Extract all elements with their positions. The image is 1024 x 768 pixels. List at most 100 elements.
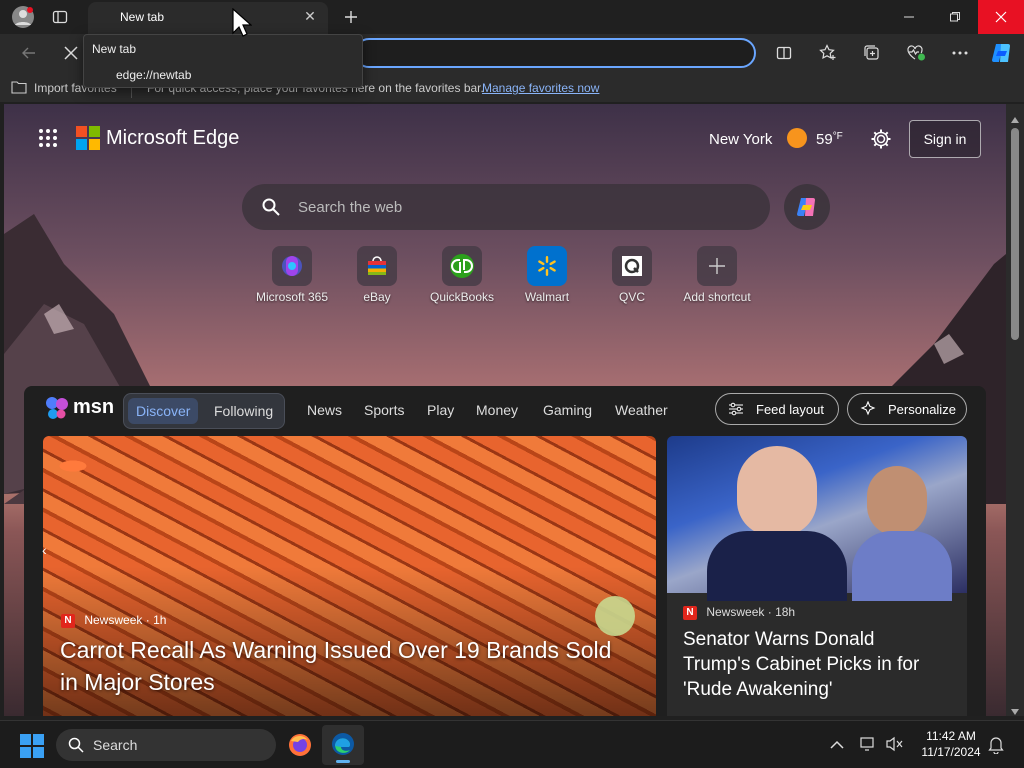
address-bar[interactable] bbox=[354, 38, 756, 68]
shortcut-label: Microsoft 365 bbox=[255, 290, 329, 304]
qvc-icon bbox=[612, 246, 652, 286]
personalize-label: Personalize bbox=[888, 401, 956, 417]
msn-logo[interactable]: msn bbox=[73, 396, 114, 419]
shortcut-walmart[interactable]: Walmart bbox=[502, 246, 592, 304]
taskbar-clock[interactable]: 11:42 AM 11/17/2024 bbox=[915, 728, 987, 760]
article-card-side[interactable]: N Newsweek · 18h Senator Warns Donald Tr… bbox=[667, 436, 967, 716]
network-icon[interactable] bbox=[860, 736, 878, 757]
active-app-indicator bbox=[336, 760, 350, 763]
feed-tab-group: Discover Following bbox=[123, 393, 285, 429]
apps-launcher-icon[interactable] bbox=[38, 128, 58, 153]
sparkle-pencil-icon bbox=[860, 401, 876, 416]
close-window-button[interactable] bbox=[978, 0, 1024, 34]
headline-line: 'Rude Awakening' bbox=[683, 679, 833, 700]
article-source-row: N Newsweek · 1h bbox=[61, 613, 166, 628]
edge-icon bbox=[332, 733, 354, 755]
page-scrollbar[interactable] bbox=[1006, 104, 1024, 716]
windows-taskbar: Search 11:42 AM 11/17/2024 bbox=[0, 720, 1024, 768]
scrollbar-thumb[interactable] bbox=[1011, 128, 1019, 340]
nav-gaming[interactable]: Gaming bbox=[543, 402, 592, 418]
shortcut-add[interactable]: Add shortcut bbox=[672, 246, 762, 304]
nav-money[interactable]: Money bbox=[476, 402, 518, 418]
shortcut-microsoft-365[interactable]: Microsoft 365 bbox=[247, 246, 337, 304]
headline-line: Senator Warns Donald bbox=[683, 629, 875, 650]
headline-line: Trump's Cabinet Picks in for bbox=[683, 654, 920, 675]
volume-muted-icon[interactable] bbox=[886, 736, 904, 757]
temperature-value: 59 bbox=[816, 131, 833, 148]
shortcut-label: QuickBooks bbox=[429, 290, 495, 304]
shortcut-quickbooks[interactable]: QuickBooks bbox=[417, 246, 507, 304]
restore-button[interactable] bbox=[932, 0, 978, 34]
article-age: 18h bbox=[775, 605, 796, 619]
taskbar-search-box[interactable]: Search bbox=[56, 729, 276, 761]
article-headline[interactable]: Carrot Recall As Warning Issued Over 19 … bbox=[60, 634, 611, 698]
firefox-icon[interactable] bbox=[288, 733, 312, 762]
search-icon bbox=[68, 737, 84, 753]
article-age: 1h bbox=[153, 613, 167, 627]
nav-play[interactable]: Play bbox=[427, 402, 454, 418]
split-screen-icon[interactable] bbox=[771, 40, 797, 66]
web-search-box[interactable]: Search the web bbox=[242, 184, 770, 230]
photo-dress bbox=[852, 531, 952, 601]
shortcut-ebay[interactable]: eBay bbox=[332, 246, 422, 304]
nav-weather[interactable]: Weather bbox=[615, 402, 668, 418]
back-arrow-icon[interactable] bbox=[16, 40, 42, 66]
shortcut-label: QVC bbox=[618, 290, 645, 304]
carousel-prev-icon[interactable]: ‹ bbox=[42, 542, 47, 558]
temperature-unit: °F bbox=[832, 131, 843, 142]
article-headline[interactable]: Senator Warns Donald Trump's Cabinet Pic… bbox=[683, 627, 919, 702]
new-tab-button[interactable] bbox=[338, 4, 364, 30]
weather-temperature[interactable]: 59°F bbox=[816, 131, 843, 148]
photo-face bbox=[737, 446, 817, 536]
copilot-search-button[interactable] bbox=[784, 184, 830, 230]
manage-favorites-link[interactable]: Manage favorites now bbox=[482, 81, 599, 95]
copilot-icon[interactable] bbox=[988, 39, 1016, 67]
sun-icon bbox=[787, 128, 807, 148]
nav-sports[interactable]: Sports bbox=[364, 402, 404, 418]
collections-icon[interactable] bbox=[859, 40, 885, 66]
hover-card-url: edge://newtab bbox=[116, 68, 192, 82]
sign-in-button[interactable]: Sign in bbox=[909, 120, 981, 158]
photo-suit bbox=[707, 531, 847, 601]
show-hidden-icons-chevron-icon[interactable] bbox=[830, 737, 844, 755]
nav-news[interactable]: News bbox=[307, 402, 342, 418]
ebay-bag-icon bbox=[357, 246, 397, 286]
photo-person bbox=[867, 466, 927, 536]
browser-essentials-icon[interactable] bbox=[903, 40, 929, 66]
minimize-button[interactable] bbox=[886, 0, 932, 34]
article-card-main[interactable]: N Newsweek · 1h Carrot Recall As Warning… bbox=[43, 436, 656, 716]
stop-loading-icon[interactable] bbox=[58, 40, 84, 66]
quickbooks-icon bbox=[442, 246, 482, 286]
headline-line: Carrot Recall As Warning Issued Over 19 … bbox=[60, 637, 612, 663]
edge-taskbar-button[interactable] bbox=[322, 725, 364, 765]
shortcut-qvc[interactable]: QVC bbox=[587, 246, 677, 304]
notification-bell-icon[interactable] bbox=[988, 736, 1004, 759]
tab-following[interactable]: Following bbox=[214, 403, 273, 419]
shortcut-label: Add shortcut bbox=[683, 290, 751, 304]
tab-hover-card: New tab edge://newtab bbox=[83, 34, 363, 88]
scroll-down-icon[interactable] bbox=[1011, 702, 1019, 720]
weather-location[interactable]: New York bbox=[709, 131, 772, 148]
tab-new-tab[interactable]: New tab ✕ bbox=[88, 2, 328, 34]
import-folder-icon[interactable] bbox=[11, 80, 27, 97]
tab-close-icon[interactable]: ✕ bbox=[300, 8, 320, 28]
vertical-tabs-icon[interactable] bbox=[47, 4, 73, 30]
scroll-up-icon[interactable] bbox=[1011, 110, 1019, 128]
newsweek-logo-icon: N bbox=[683, 605, 697, 620]
newsweek-logo-icon: N bbox=[61, 613, 75, 628]
article-source: Newsweek bbox=[706, 605, 765, 619]
clock-time: 11:42 AM bbox=[926, 729, 976, 743]
profile-icon[interactable] bbox=[10, 4, 36, 30]
more-menu-icon[interactable] bbox=[947, 40, 973, 66]
windows-start-icon[interactable] bbox=[20, 734, 44, 763]
msn-butterfly-icon bbox=[44, 395, 70, 426]
feed-layout-label: Feed layout bbox=[756, 401, 824, 417]
settings-gear-icon[interactable] bbox=[870, 128, 892, 155]
feed-layout-button[interactable]: Feed layout bbox=[715, 393, 839, 425]
plus-icon bbox=[697, 246, 737, 286]
favorites-star-icon[interactable] bbox=[815, 40, 841, 66]
clock-date: 11/17/2024 bbox=[921, 745, 981, 759]
article-photo bbox=[667, 436, 967, 601]
tab-title: New tab bbox=[120, 10, 165, 24]
personalize-button[interactable]: Personalize bbox=[847, 393, 967, 425]
